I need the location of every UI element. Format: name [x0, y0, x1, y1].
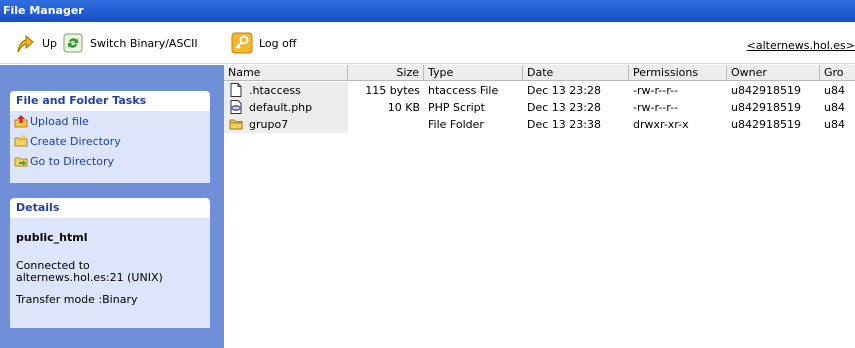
file-date: Dec 13 23:28 — [527, 101, 601, 114]
details-panel-title: Details — [10, 198, 210, 218]
column-header-name[interactable]: Name — [224, 65, 348, 81]
go-folder-icon — [14, 154, 28, 168]
file-permissions: -rw-r--r-- — [633, 101, 678, 114]
file-group: u84 — [824, 118, 845, 131]
file-date: Dec 13 23:28 — [527, 84, 601, 97]
file-size: 10 KB — [387, 101, 420, 114]
file-group: u84 — [824, 84, 845, 97]
toolbar: Up Switch Binary/ASCII Log off <alternew… — [0, 22, 855, 64]
file-type: htaccess File — [428, 84, 499, 97]
file-name: default.php — [249, 101, 313, 114]
window-title: File Manager — [0, 0, 855, 22]
create-directory-label: Create Directory — [30, 134, 121, 148]
file-permissions: -rw-r--r-- — [633, 84, 678, 97]
file-owner: u842918519 — [731, 84, 801, 97]
column-header-permissions[interactable]: Permissions — [629, 65, 727, 81]
column-header-type[interactable]: Type — [424, 65, 523, 81]
file-name: grupo7 — [249, 118, 289, 131]
create-directory-link[interactable]: Create Directory — [14, 133, 121, 149]
php-file-icon — [229, 100, 243, 114]
log-off-button[interactable]: Log off — [231, 31, 296, 55]
file-list: Name Size Type Date Permissions Owner Gr… — [224, 65, 855, 348]
refresh-icon — [62, 32, 84, 54]
column-header-owner[interactable]: Owner — [727, 65, 820, 81]
file-date: Dec 13 23:38 — [527, 118, 601, 131]
go-to-directory-link[interactable]: Go to Directory — [14, 153, 114, 169]
column-header-date[interactable]: Date — [523, 65, 629, 81]
file-group: u84 — [824, 101, 845, 114]
sidebar: File and Folder Tasks Upload file Create… — [0, 65, 224, 348]
upload-icon — [14, 114, 28, 128]
log-off-label: Log off — [259, 36, 297, 50]
file-owner: u842918519 — [731, 101, 801, 114]
upload-file-label: Upload file — [30, 114, 89, 128]
transfer-mode: Transfer mode :Binary — [16, 293, 138, 306]
tasks-panel-title: File and Folder Tasks — [10, 91, 210, 111]
file-name: .htaccess — [249, 84, 301, 97]
switch-mode-label: Switch Binary/ASCII — [90, 36, 198, 50]
details-panel: public_html Connected to alternews.hol.e… — [10, 218, 210, 328]
upload-file-link[interactable]: Upload file — [14, 113, 89, 129]
file-type: File Folder — [428, 118, 484, 131]
file-type: PHP Script — [428, 101, 485, 114]
key-icon — [231, 32, 253, 54]
folder-name: public_html — [16, 231, 88, 244]
file-permissions: drwxr-xr-x — [633, 118, 689, 131]
file-owner: u842918519 — [731, 118, 801, 131]
go-to-directory-label: Go to Directory — [30, 154, 114, 168]
file-size: 115 bytes — [365, 84, 420, 97]
column-header-group[interactable]: Gro — [820, 65, 855, 81]
connection-line-2: alternews.hol.es:21 (UNIX) — [16, 271, 163, 284]
file-size — [348, 116, 420, 133]
column-header-size[interactable]: Size — [348, 65, 424, 81]
account-link[interactable]: <alternews.hol.es> — [747, 39, 855, 52]
new-folder-icon — [14, 134, 28, 148]
folder-icon — [229, 117, 243, 131]
document-icon — [229, 83, 243, 97]
up-label: Up — [42, 36, 58, 50]
up-button[interactable]: Up — [14, 31, 57, 55]
tasks-panel: Upload file Create Directory Go to Direc… — [10, 111, 210, 183]
switch-mode-button[interactable]: Switch Binary/ASCII — [62, 31, 198, 55]
up-arrow-icon — [14, 32, 36, 54]
